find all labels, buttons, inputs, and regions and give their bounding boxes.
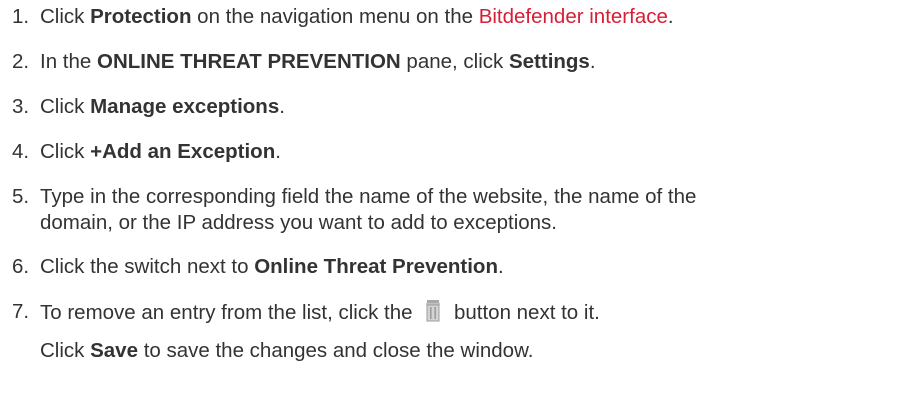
step-text: button next to it. xyxy=(453,301,600,324)
step-text: . xyxy=(275,140,281,163)
step-text: Click xyxy=(40,140,91,163)
ui-term-manage-exceptions: Manage exceptions xyxy=(90,95,280,118)
note-text: Click xyxy=(40,339,91,362)
step-text: Click xyxy=(40,95,91,118)
step-5: 5. Type in the corresponding field the n… xyxy=(12,184,911,236)
bitdefender-interface-link[interactable]: Bitdefender interface xyxy=(479,5,668,28)
ui-term-online-threat-prevention-pane: ONLINE THREAT PREVENTION xyxy=(97,50,401,73)
step-text: To remove an entry from the list, click … xyxy=(40,301,413,324)
step-number: 2. xyxy=(12,50,30,73)
ui-term-add-exception: +Add an Exception xyxy=(90,140,276,163)
step-text: . xyxy=(279,95,285,118)
step-number: 5. xyxy=(12,185,30,208)
step-text: Click the switch next to xyxy=(40,255,255,278)
step-text: . xyxy=(497,255,504,278)
ui-term-save: Save xyxy=(90,339,138,362)
step-2: 2. In the ONLINE THREAT PREVENTION pane,… xyxy=(12,49,911,75)
step-number: 3. xyxy=(12,95,30,118)
step-text: . xyxy=(589,50,596,73)
step-6: 6. Click the switch next to Online Threa… xyxy=(12,254,911,280)
step-text: pane, click xyxy=(400,50,509,73)
step-4: 4. Click +Add an Exception. xyxy=(12,139,911,165)
step-1: 1. Click Protection on the navigation me… xyxy=(12,4,911,30)
step-text: on the navigation menu on the xyxy=(191,5,479,28)
step-3: 3. Click Manage exceptions. xyxy=(12,94,911,120)
step-text: In the xyxy=(40,50,97,73)
step-number: 4. xyxy=(12,140,30,163)
instruction-steps: 1. Click Protection on the navigation me… xyxy=(0,0,911,326)
step-text-line-2: domain, or the IP address you want to ad… xyxy=(40,211,557,234)
step-text-line-1: Type in the corresponding field the name… xyxy=(40,185,697,208)
step-text: . xyxy=(667,5,674,28)
step-number: 1. xyxy=(12,5,30,28)
step-7: 7. To remove an entry from the list, cli… xyxy=(12,299,911,326)
save-instruction: Click Save to save the changes and close… xyxy=(0,338,911,364)
trash-icon xyxy=(424,299,442,323)
ui-term-online-threat-prevention: Online Threat Prevention xyxy=(254,255,498,278)
ui-term-protection: Protection xyxy=(90,5,192,28)
note-text: to save the changes and close the window… xyxy=(138,339,534,362)
ui-term-settings: Settings xyxy=(508,50,590,73)
step-number: 6. xyxy=(12,255,30,278)
step-text: Click xyxy=(40,5,91,28)
step-number: 7. xyxy=(12,300,30,323)
